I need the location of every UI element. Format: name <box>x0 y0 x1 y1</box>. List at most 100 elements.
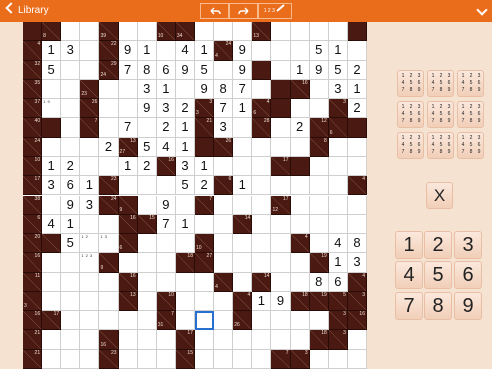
entry-cell[interactable]: 5 <box>309 41 329 61</box>
entry-cell[interactable] <box>42 330 62 350</box>
entry-cell[interactable] <box>309 79 329 100</box>
entry-cell[interactable] <box>252 214 272 235</box>
entry-cell[interactable] <box>214 195 234 215</box>
entry-cell[interactable]: 5 <box>328 60 348 80</box>
entry-cell[interactable]: 9 <box>233 60 253 80</box>
entry-cell[interactable] <box>271 234 291 254</box>
entry-cell[interactable] <box>309 156 329 177</box>
entry-cell[interactable] <box>156 176 176 196</box>
entry-cell[interactable] <box>290 41 310 61</box>
entry-cell[interactable] <box>233 156 253 177</box>
entry-cell[interactable]: 4 <box>42 214 62 235</box>
entry-cell[interactable]: 8 <box>309 272 329 292</box>
entry-cell[interactable] <box>61 118 81 138</box>
entry-cell[interactable] <box>271 272 291 292</box>
candidate-toggle[interactable]: 123 456 789 <box>457 70 484 97</box>
entry-cell[interactable] <box>195 214 215 235</box>
entry-cell[interactable]: 1 3 <box>99 234 119 254</box>
entry-cell[interactable] <box>233 349 253 369</box>
entry-cell[interactable]: 1 <box>42 156 62 177</box>
entry-cell[interactable] <box>80 137 100 157</box>
entry-cell[interactable]: 8 <box>137 60 157 80</box>
entry-cell[interactable]: 7 <box>118 60 138 80</box>
entry-cell[interactable]: 5 <box>137 137 157 157</box>
entry-cell[interactable]: 2 <box>175 99 195 119</box>
entry-cell[interactable] <box>309 349 329 369</box>
entry-cell[interactable] <box>80 291 100 312</box>
entry-cell[interactable] <box>233 118 253 138</box>
entry-cell[interactable] <box>233 195 253 215</box>
entry-cell[interactable] <box>271 60 291 80</box>
entry-cell[interactable]: 9 <box>61 195 81 215</box>
entry-cell[interactable] <box>290 311 310 331</box>
entry-cell[interactable]: 1 <box>175 137 195 157</box>
entry-cell[interactable] <box>99 156 119 177</box>
entry-cell[interactable] <box>290 253 310 273</box>
entry-cell[interactable] <box>214 253 234 273</box>
candidate-toggle[interactable]: 123 456 789 <box>397 101 424 128</box>
entry-cell[interactable] <box>214 349 234 369</box>
entry-cell[interactable] <box>61 137 81 157</box>
entry-cell[interactable]: 7 <box>156 214 176 235</box>
entry-cell[interactable] <box>118 22 138 42</box>
entry-cell[interactable] <box>80 214 100 235</box>
entry-cell[interactable] <box>156 253 176 273</box>
entry-cell[interactable] <box>252 234 272 254</box>
entry-cell[interactable] <box>156 272 176 292</box>
entry-cell[interactable] <box>195 330 215 350</box>
entry-cell[interactable]: 1 <box>328 253 348 273</box>
entry-cell[interactable]: 3 <box>214 118 234 138</box>
entry-cell[interactable] <box>195 349 215 369</box>
entry-cell[interactable]: 8 <box>347 234 367 254</box>
entry-cell[interactable]: 2 <box>347 99 367 119</box>
entry-cell[interactable] <box>137 349 157 369</box>
entry-cell[interactable] <box>61 22 81 42</box>
entry-cell[interactable] <box>137 291 157 312</box>
entry-cell[interactable] <box>271 253 291 273</box>
entry-cell[interactable]: 3 <box>156 99 176 119</box>
entry-cell[interactable] <box>290 22 310 42</box>
entry-cell[interactable]: 6 <box>61 176 81 196</box>
entry-cell[interactable] <box>99 291 119 312</box>
entry-cell[interactable] <box>252 79 272 100</box>
candidate-toggle[interactable]: 123 456 789 <box>397 132 424 159</box>
entry-cell[interactable]: 7 <box>233 79 253 100</box>
entry-cell[interactable] <box>80 41 100 61</box>
entry-cell[interactable] <box>252 195 272 215</box>
number-key-8[interactable]: 8 <box>424 292 452 320</box>
entry-cell[interactable] <box>214 330 234 350</box>
entry-cell[interactable] <box>80 272 100 292</box>
entry-cell[interactable] <box>137 22 157 42</box>
entry-cell[interactable]: 1 <box>137 41 157 61</box>
entry-cell[interactable] <box>175 79 195 100</box>
entry-cell[interactable] <box>99 272 119 292</box>
entry-cell[interactable] <box>99 118 119 138</box>
number-key-9[interactable]: 9 <box>454 292 482 320</box>
number-key-3[interactable]: 3 <box>454 231 482 259</box>
entry-cell[interactable] <box>61 272 81 292</box>
entry-cell[interactable]: 9 <box>175 60 195 80</box>
entry-cell[interactable] <box>61 60 81 80</box>
entry-cell[interactable] <box>271 311 291 331</box>
entry-cell[interactable]: 8 <box>214 79 234 100</box>
entry-cell[interactable] <box>137 234 157 254</box>
entry-cell[interactable]: 1 <box>195 41 215 61</box>
entry-cell[interactable]: 9 <box>233 41 253 61</box>
entry-cell[interactable] <box>61 349 81 369</box>
entry-cell[interactable]: 5 <box>195 60 215 80</box>
entry-cell[interactable] <box>252 311 272 331</box>
entry-cell[interactable] <box>252 156 272 177</box>
entry-cell[interactable] <box>137 118 157 138</box>
entry-cell[interactable] <box>271 118 291 138</box>
candidate-toggle[interactable]: 123 456 789 <box>427 132 454 159</box>
entry-cell[interactable]: 4 <box>328 234 348 254</box>
entry-cell[interactable]: 1 <box>195 156 215 177</box>
entry-cell[interactable] <box>195 291 215 312</box>
entry-cell[interactable] <box>80 349 100 369</box>
entry-cell[interactable] <box>42 291 62 312</box>
entry-cell[interactable] <box>118 311 138 331</box>
entry-cell[interactable]: 3 <box>347 253 367 273</box>
entry-cell[interactable] <box>99 99 119 119</box>
entry-cell[interactable] <box>80 22 100 42</box>
entry-cell[interactable]: 9 <box>118 41 138 61</box>
